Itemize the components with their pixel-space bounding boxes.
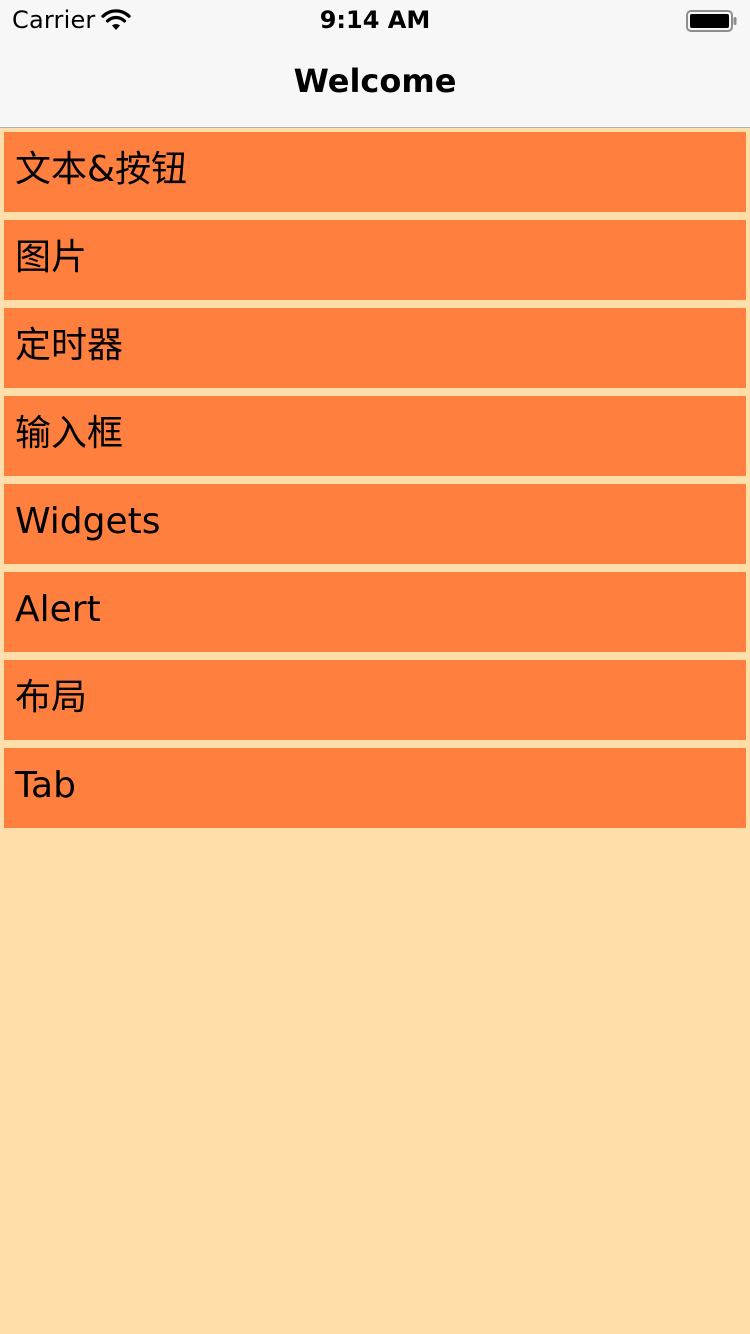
page-title: Welcome	[293, 62, 457, 100]
top-bar: Carrier 9:14 AM Welcome	[0, 0, 750, 128]
menu-item-label: Tab	[15, 765, 76, 806]
menu-item-alert[interactable]: Alert	[4, 572, 746, 652]
menu-list: 文本&按钮 图片 定时器 输入框 Widgets Alert 布局 Tab	[4, 132, 746, 836]
menu-item-image[interactable]: 图片	[4, 220, 746, 300]
menu-item-label: 定时器	[15, 325, 124, 366]
status-bar: Carrier 9:14 AM	[0, 0, 750, 40]
menu-item-tab[interactable]: Tab	[4, 748, 746, 828]
menu-item-layout[interactable]: 布局	[4, 660, 746, 740]
menu-item-label: Widgets	[15, 501, 161, 542]
menu-item-text-button[interactable]: 文本&按钮	[4, 132, 746, 212]
menu-item-label: Alert	[15, 589, 101, 630]
menu-item-label: 布局	[15, 677, 88, 718]
menu-item-input[interactable]: 输入框	[4, 396, 746, 476]
battery-icon	[686, 10, 738, 32]
menu-item-label: 文本&按钮	[15, 149, 188, 190]
menu-item-widgets[interactable]: Widgets	[4, 484, 746, 564]
menu-item-timer[interactable]: 定时器	[4, 308, 746, 388]
menu-item-label: 输入框	[15, 413, 124, 454]
status-time: 9:14 AM	[319, 6, 431, 34]
menu-item-label: 图片	[15, 237, 88, 278]
